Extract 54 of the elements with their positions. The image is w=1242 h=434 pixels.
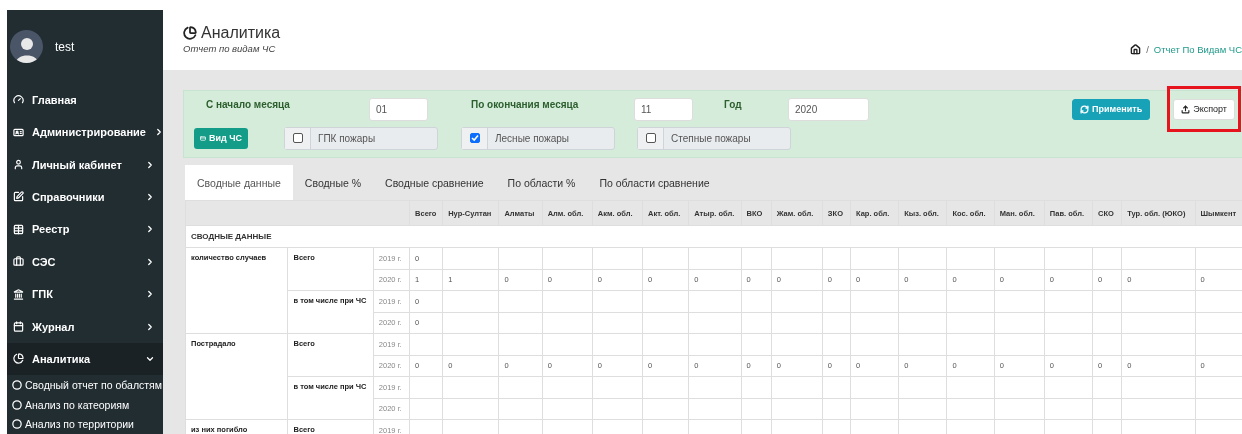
table-icon xyxy=(13,223,24,235)
sidebar-item[interactable]: ГПК xyxy=(7,277,163,311)
edit-icon xyxy=(13,191,24,203)
submenu-item[interactable]: Анализ по катеориям xyxy=(7,394,163,415)
input-field[interactable]: 2020 xyxy=(788,97,869,121)
export-button[interactable]: Экспорт xyxy=(1173,98,1235,120)
circle-icon xyxy=(12,419,22,430)
user-name: test xyxy=(55,39,75,54)
tab[interactable]: По области % xyxy=(495,165,588,200)
sidebar-item[interactable]: Аналитика xyxy=(7,342,163,376)
refresh-icon xyxy=(1080,104,1090,114)
id-card-icon xyxy=(13,126,24,138)
checkbox-group[interactable]: Степные пожары xyxy=(637,126,791,150)
breadcrumb-separator: / xyxy=(1146,44,1149,55)
calendar-icon xyxy=(13,321,24,333)
avatar-icon xyxy=(10,30,43,64)
tab[interactable]: По области сравнение xyxy=(587,165,722,200)
tab[interactable]: Сводные сравнение xyxy=(373,165,496,200)
sidebar-item[interactable]: Личный кабинет xyxy=(7,148,163,181)
circle-icon xyxy=(12,399,22,410)
page-subtitle: Отчет по видам ЧС xyxy=(183,43,277,54)
home-icon[interactable] xyxy=(1130,44,1142,55)
field-label: По окончания месяца xyxy=(471,98,580,110)
input-field[interactable]: 01 xyxy=(369,97,428,121)
breadcrumb-link[interactable]: Отчет По Видам ЧС xyxy=(1153,44,1242,55)
submenu-item[interactable]: Анализ по территории xyxy=(7,414,163,434)
sidebar-item[interactable]: Справочники xyxy=(7,180,163,214)
card-icon xyxy=(200,133,206,143)
checkbox[interactable] xyxy=(469,133,480,143)
checkbox[interactable] xyxy=(645,133,656,143)
checkbox[interactable] xyxy=(292,133,303,143)
checkbox-group[interactable]: Лесные пожары xyxy=(461,126,615,150)
sidebar-item[interactable]: Администрирование xyxy=(7,116,163,149)
section-title: СВОДНЫЕ ДАННЫЕ xyxy=(185,225,1242,248)
pie-chart-icon xyxy=(183,26,197,40)
upload-icon xyxy=(1181,104,1191,114)
tab[interactable]: Сводные данные xyxy=(185,165,293,200)
briefcase-icon xyxy=(13,256,24,268)
tab[interactable]: Сводные % xyxy=(292,165,374,200)
sidebar-item[interactable]: Журнал xyxy=(7,310,163,343)
circle-icon xyxy=(12,379,22,390)
submenu-item[interactable]: Сводный отчет по обалстям xyxy=(7,375,163,395)
building-icon xyxy=(13,288,24,300)
page-title: Аналитика xyxy=(201,24,281,42)
sidebar-item[interactable]: Главная xyxy=(7,83,163,116)
field-label: Год xyxy=(724,98,743,110)
field-label: С начало месяца xyxy=(206,98,291,110)
user-icon xyxy=(13,159,24,171)
sidebar-item[interactable]: СЭС xyxy=(7,245,163,278)
pie-chart-icon xyxy=(13,353,24,365)
sidebar-item[interactable]: Реестр xyxy=(7,213,163,246)
input-field[interactable]: 11 xyxy=(634,97,693,121)
checkbox-group[interactable]: ГПК пожары xyxy=(284,126,438,150)
gauge-icon xyxy=(13,94,24,106)
